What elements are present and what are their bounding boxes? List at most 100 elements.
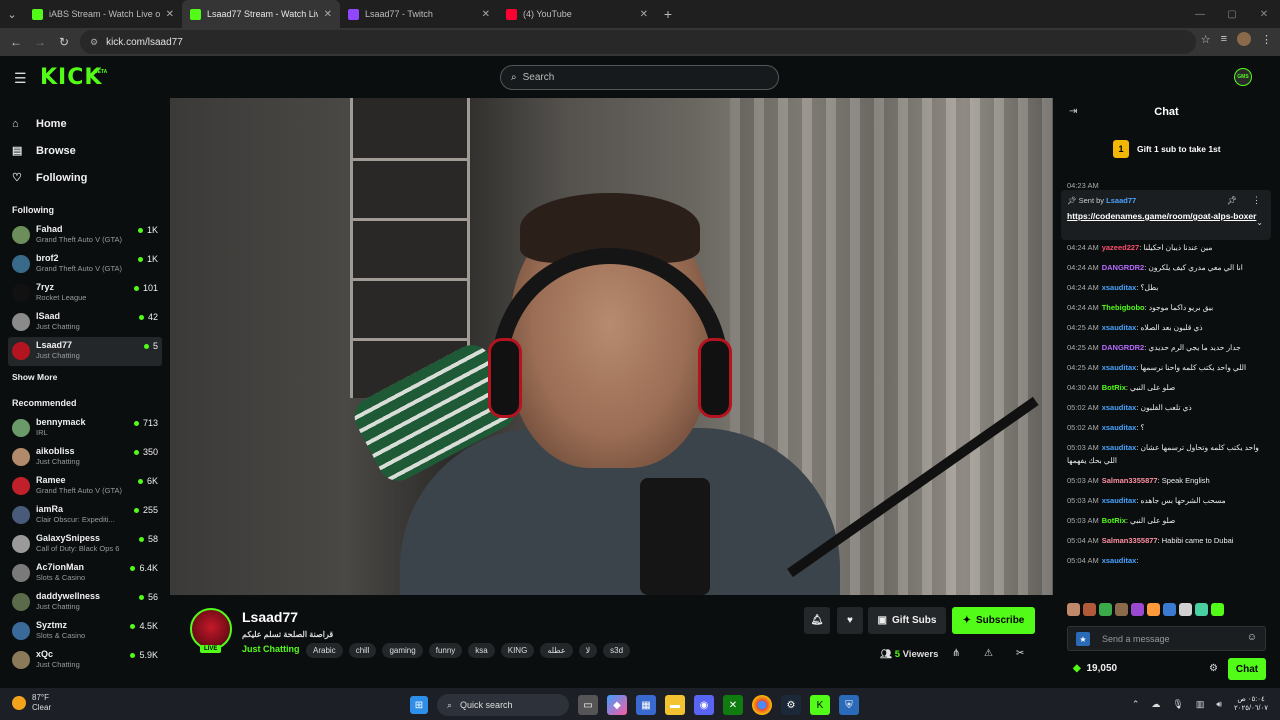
channel-item[interactable]: brof2 Grand Theft Auto V (GTA) 1K xyxy=(0,250,170,279)
nav-item-home[interactable]: ⌂ Home xyxy=(0,110,170,137)
unpin-icon[interactable]: 📌︎ xyxy=(1227,196,1237,205)
browser-tab[interactable]: Lsaad77 - Twitch ✕ xyxy=(340,0,498,28)
channel-item[interactable]: bennymack IRL 713 xyxy=(0,414,170,443)
chat-username[interactable]: Thebigbobo xyxy=(1102,303,1145,312)
stream-tag[interactable]: chill xyxy=(348,643,377,658)
nav-item-browse[interactable]: ▤ Browse xyxy=(0,137,170,164)
pinned-message[interactable]: 📌︎ Sent by Lsaad77 📌︎ ⋮ https://codename… xyxy=(1061,190,1271,240)
channel-item[interactable]: Ac7ionMan Slots & Casino 6.4K xyxy=(0,559,170,588)
tab-close-icon[interactable]: ✕ xyxy=(640,9,648,20)
chat-username[interactable]: xsauditax xyxy=(1102,496,1137,505)
channel-item[interactable]: Ramee Grand Theft Auto V (GTA) 6K xyxy=(0,472,170,501)
profile-avatar[interactable] xyxy=(1237,32,1251,46)
chat-send-button[interactable]: Chat xyxy=(1228,658,1266,680)
stream-tag[interactable]: ksa xyxy=(468,643,495,658)
search-input[interactable]: ⌕ Search xyxy=(500,65,779,90)
tab-list-button[interactable]: ⌄ xyxy=(0,0,24,28)
browser-tab[interactable]: Lsaad77 Stream - Watch Live on Kick ✕ xyxy=(182,0,340,28)
store-icon[interactable]: ▦ xyxy=(636,695,656,715)
emoji-icon[interactable]: ☺ xyxy=(1247,632,1257,643)
url-field[interactable]: ⚙ kick.com/lsaad77 xyxy=(80,30,1196,54)
emote-icon[interactable] xyxy=(1147,603,1160,616)
chat-username[interactable]: xsauditax xyxy=(1102,283,1137,292)
xbox-icon[interactable]: ✕ xyxy=(723,695,743,715)
back-button[interactable]: ← xyxy=(4,35,28,49)
user-avatar[interactable]: GMS xyxy=(1234,68,1252,86)
quick-search-box[interactable]: ⌕ Quick search xyxy=(437,694,569,716)
kicks-balance[interactable]: ◆ 19,050 xyxy=(1073,663,1117,674)
channel-item[interactable]: GalaxySnipess Call of Duty: Black Ops 6 58 xyxy=(0,530,170,559)
channel-item[interactable]: daddywellness Just Chatting 56 xyxy=(0,588,170,617)
stream-tag[interactable]: Arabic xyxy=(306,643,343,658)
channel-item[interactable]: 7ryz Rocket League 101 xyxy=(0,279,170,308)
copilot-icon[interactable]: ◆ xyxy=(607,695,627,715)
chevron-down-icon[interactable]: ⌄ xyxy=(1256,218,1263,227)
chat-username[interactable]: yazeed227 xyxy=(1102,243,1140,252)
stream-category[interactable]: Just Chatting xyxy=(242,644,300,654)
video-player[interactable] xyxy=(170,98,1053,595)
gift-leaderboard-banner[interactable]: 1 Gift 1 sub to take 1st xyxy=(1113,140,1221,158)
browser-tab[interactable]: (4) YouTube ✕ xyxy=(498,0,656,28)
pinned-more-icon[interactable]: ⋮ xyxy=(1252,195,1261,206)
reload-button[interactable]: ↻ xyxy=(52,35,76,49)
steam-icon[interactable]: ⚙ xyxy=(781,695,801,715)
channel-item[interactable]: Lsaad77 Just Chatting 5 xyxy=(8,337,162,366)
share-icon[interactable]: ⋔ xyxy=(952,648,960,659)
stream-tag[interactable]: funny xyxy=(428,643,463,658)
windows-start-icon[interactable]: ⊞ xyxy=(410,696,428,714)
network-icon[interactable]: ☁ xyxy=(1151,699,1160,710)
emote-icon[interactable] xyxy=(1131,603,1144,616)
stream-tag[interactable]: s3d xyxy=(603,643,631,658)
browser-menu-icon[interactable]: ⋮ xyxy=(1261,33,1272,46)
chat-input[interactable]: ★ Send a message ☺ xyxy=(1067,626,1266,651)
chat-settings-icon[interactable]: ⚙ xyxy=(1209,663,1218,674)
emote-icon[interactable] xyxy=(1211,603,1224,616)
chat-username[interactable]: xsauditax xyxy=(1102,403,1137,412)
emote-icon[interactable] xyxy=(1099,603,1112,616)
streamer-name[interactable]: Lsaad77 xyxy=(242,609,298,625)
discord-icon[interactable]: ◉ xyxy=(694,695,714,715)
forward-button[interactable]: → xyxy=(28,35,52,49)
chat-username[interactable]: xsauditax xyxy=(1102,556,1137,565)
emote-icon[interactable] xyxy=(1083,603,1096,616)
task-view-icon[interactable]: ▭ xyxy=(578,695,598,715)
chat-username[interactable]: xsauditax xyxy=(1102,423,1137,432)
clock[interactable]: ٠٥:٠٤ ص ٢٠٢٥/٠٦/٠٧ xyxy=(1234,695,1268,713)
emote-icon[interactable] xyxy=(1163,603,1176,616)
pinned-link[interactable]: https://codenames.game/room/goat-alps-bo… xyxy=(1067,210,1257,223)
emote-icon[interactable] xyxy=(1179,603,1192,616)
new-tab-button[interactable]: + xyxy=(656,6,680,22)
minimize-icon[interactable]: — xyxy=(1184,0,1216,28)
browser-tab[interactable]: iABS Stream - Watch Live on Kick ✕ xyxy=(24,0,182,28)
report-icon[interactable]: ⚠ xyxy=(984,648,993,659)
tab-close-icon[interactable]: ✕ xyxy=(482,9,490,20)
follow-button[interactable]: ♥ xyxy=(837,607,863,634)
chat-username[interactable]: BotRix xyxy=(1102,516,1126,525)
chat-username[interactable]: Salman3355877 xyxy=(1102,536,1158,545)
channel-item[interactable]: iamRa Clair Obscur: Expediti... 255 xyxy=(0,501,170,530)
maximize-icon[interactable]: ▢ xyxy=(1216,0,1248,28)
emote-icon[interactable] xyxy=(1067,603,1080,616)
stream-tag[interactable]: gaming xyxy=(382,643,423,658)
channel-item[interactable]: lSaad Just Chatting 42 xyxy=(0,308,170,337)
wifi-icon[interactable]: ▥ xyxy=(1196,699,1205,710)
chat-username[interactable]: xsauditax xyxy=(1102,443,1137,452)
emote-icon[interactable] xyxy=(1115,603,1128,616)
stream-tag[interactable]: لا xyxy=(578,643,598,658)
chat-username[interactable]: Salman3355877 xyxy=(1102,476,1158,485)
chat-username[interactable]: DANGRDR2 xyxy=(1102,263,1145,272)
streamer-avatar[interactable] xyxy=(190,608,232,650)
channel-item[interactable]: xQc Just Chatting 5.9K xyxy=(0,646,170,675)
volume-icon[interactable]: 🔊︎ xyxy=(1216,699,1222,710)
bookmark-star-icon[interactable]: ☆ xyxy=(1201,33,1211,46)
notifications-button[interactable]: 🔔︎ xyxy=(804,607,830,634)
emote-icon[interactable] xyxy=(1195,603,1208,616)
file-explorer-icon[interactable]: ▬ xyxy=(665,695,685,715)
reading-list-icon[interactable]: ≡ xyxy=(1221,33,1227,45)
nav-item-following[interactable]: ♡ Following xyxy=(0,164,170,191)
channel-item[interactable]: Syztmz Slots & Casino 4.5K xyxy=(0,617,170,646)
chevron-up-icon[interactable]: ⌃ xyxy=(1132,699,1140,710)
show-more-link[interactable]: Show More xyxy=(0,372,170,382)
hamburger-menu-icon[interactable]: ☰ xyxy=(14,70,27,87)
kick-app-icon[interactable]: K xyxy=(810,695,830,715)
